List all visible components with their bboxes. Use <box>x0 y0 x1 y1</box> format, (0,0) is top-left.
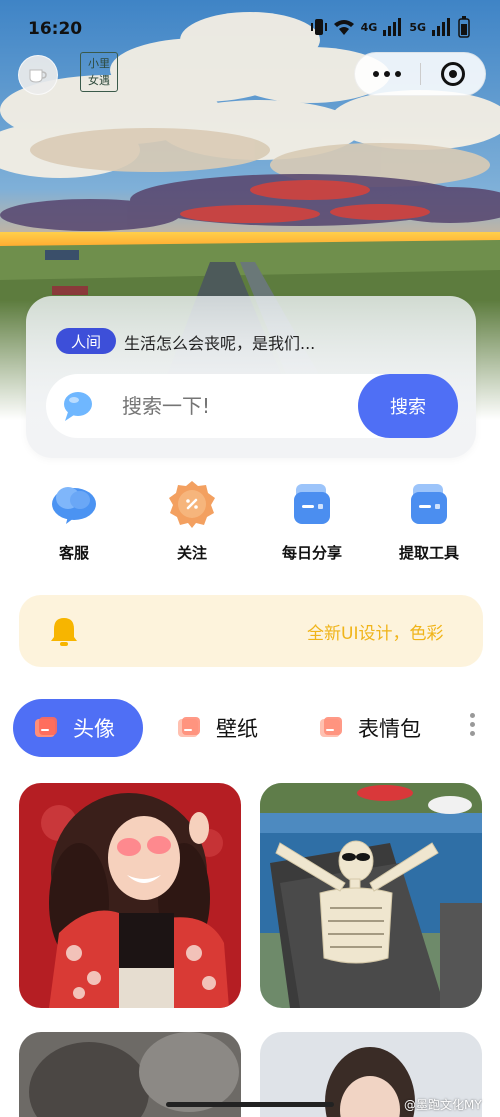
action-customer-service[interactable]: 客服 <box>19 478 129 563</box>
tab-label: 壁纸 <box>216 717 258 741</box>
badge-icon <box>169 481 215 528</box>
brand-seal-logo: 小 里 女 遇 <box>80 52 118 92</box>
action-label: 提取工具 <box>398 544 459 562</box>
dot-icon <box>373 71 380 77</box>
bell-icon <box>51 618 77 646</box>
skeleton-pool-image <box>260 783 482 1008</box>
daily-quote[interactable]: 生活怎么会丧呢，是我们... <box>124 330 315 354</box>
tab-label: 表情包 <box>358 717 421 741</box>
tab-chip-icon <box>33 715 59 741</box>
status-time: 16:20 <box>28 19 83 39</box>
wifi-icon <box>333 20 354 35</box>
more-tabs-button[interactable] <box>468 713 476 740</box>
tab-chip-icon <box>176 715 202 741</box>
seal-char: 小 <box>88 56 99 70</box>
dot-icon <box>384 71 391 77</box>
announcement-bar[interactable]: 全新UI设计，色彩 <box>19 595 483 667</box>
tab-wallpaper[interactable]: 壁纸 <box>176 699 258 757</box>
search-card: 人间 生活怎么会丧呢，是我们... 搜索 <box>26 296 476 458</box>
dot-icon <box>395 71 402 77</box>
tab-stickers[interactable]: 表情包 <box>318 699 421 757</box>
tab-chip-icon <box>318 715 344 741</box>
network-label-2: 5G <box>409 20 426 34</box>
gallery-card-girl[interactable] <box>19 783 241 1008</box>
action-extract-tool[interactable]: 提取工具 <box>374 478 484 563</box>
more-options-button[interactable] <box>355 71 420 77</box>
action-label: 客服 <box>58 544 89 562</box>
network-label-1: 4G <box>360 20 378 34</box>
status-bar: 16:20 4G 5G <box>0 0 500 56</box>
action-label: 每日分享 <box>281 544 342 562</box>
action-follow[interactable]: 关注 <box>137 478 247 563</box>
target-icon <box>440 62 465 86</box>
user-avatar-button[interactable] <box>18 55 58 95</box>
tab-avatar[interactable]: 头像 <box>13 699 143 757</box>
category-tag[interactable]: 人间 <box>56 328 116 354</box>
status-icons: 4G 5G <box>310 16 470 38</box>
share-icon <box>294 484 330 524</box>
search-bar: 搜索 <box>46 374 458 438</box>
chat-bubble-icon <box>64 392 92 421</box>
girl-illustration-image <box>19 783 241 1008</box>
watermark-text: @墨跑文化MY <box>404 1098 482 1112</box>
search-input[interactable] <box>122 394 342 418</box>
tab-label: 头像 <box>73 717 115 741</box>
miniprogram-capsule <box>354 52 486 96</box>
cloud-icon <box>52 487 96 524</box>
quick-actions: 客服 关注 每日分享 提取工具 <box>0 478 500 568</box>
close-miniprogram-button[interactable] <box>421 62 486 86</box>
gallery-card-skeleton[interactable] <box>260 783 482 1008</box>
tool-icon <box>411 484 447 524</box>
signal-icon-2 <box>432 18 450 36</box>
seal-char: 遇 <box>99 73 110 87</box>
mug-icon <box>29 69 47 83</box>
action-label: 关注 <box>176 544 207 562</box>
seal-char: 里 <box>99 56 110 70</box>
announcement-text: 全新UI设计，色彩 <box>307 624 444 644</box>
action-daily-share[interactable]: 每日分享 <box>257 478 367 563</box>
seal-char: 女 <box>88 73 99 87</box>
vibrate-icon <box>310 19 327 35</box>
category-tabs: 头像 壁纸 表情包 <box>0 699 500 757</box>
home-indicator[interactable] <box>166 1102 334 1107</box>
search-button[interactable]: 搜索 <box>358 374 458 438</box>
battery-icon <box>458 16 470 38</box>
signal-icon <box>383 18 402 36</box>
